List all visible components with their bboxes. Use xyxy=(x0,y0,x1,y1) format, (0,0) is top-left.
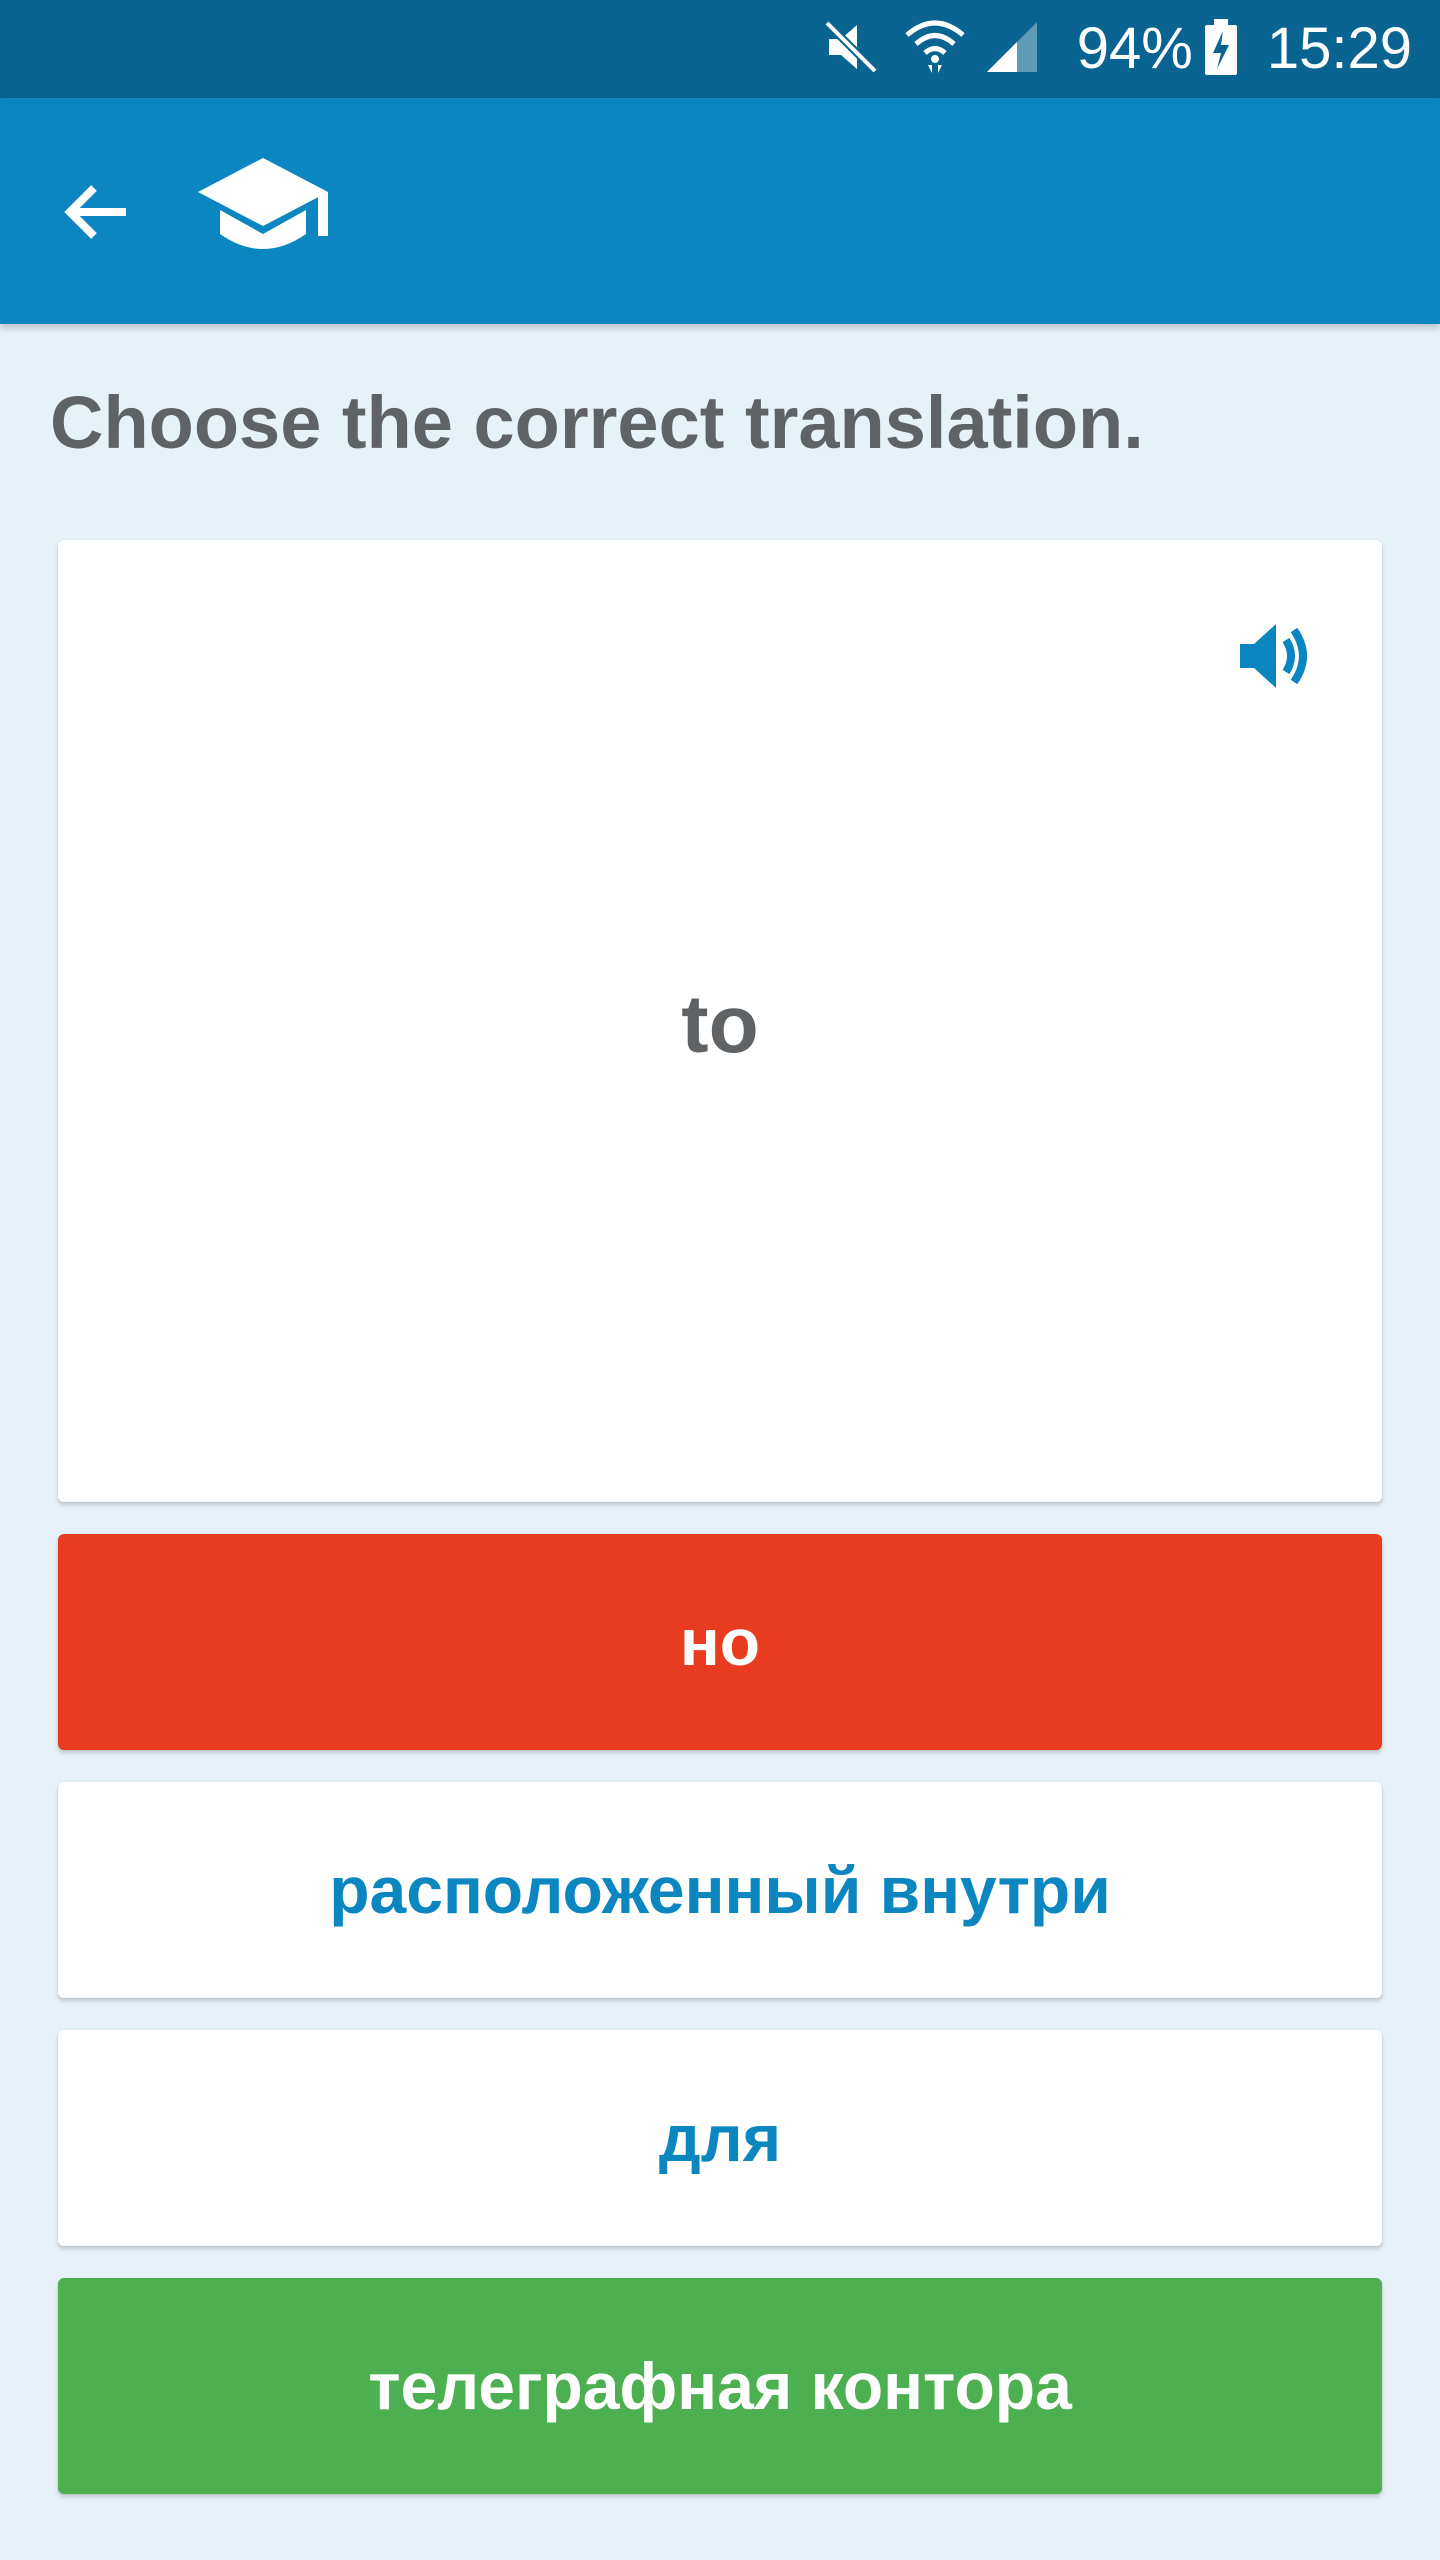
back-button[interactable] xyxy=(48,164,144,260)
back-arrow-icon xyxy=(64,185,126,239)
answer-option-wrong[interactable]: но xyxy=(58,1534,1382,1750)
answer-option[interactable]: для xyxy=(58,2030,1382,2246)
answer-label: телеграфная контора xyxy=(368,2349,1072,2423)
app-bar xyxy=(0,98,1440,324)
instruction-text: Choose the correct translation. xyxy=(50,381,1144,464)
word-card: to xyxy=(58,540,1382,1502)
answer-option-correct[interactable]: телеграфная контора xyxy=(58,2278,1382,2494)
speaker-volume-icon xyxy=(1240,624,1307,688)
answer-option[interactable]: расположенный внутри xyxy=(58,1782,1382,1998)
answer-label: для xyxy=(658,2101,782,2175)
answer-label: но xyxy=(679,1605,761,1679)
play-audio-button[interactable] xyxy=(1228,608,1324,704)
battery-percentage: 94% xyxy=(1076,16,1193,81)
clock: 15:29 xyxy=(1266,16,1412,81)
answer-label: расположенный внутри xyxy=(329,1853,1111,1927)
status-bar: 94% 15:29 xyxy=(0,0,1440,98)
graduation-cap-icon xyxy=(196,154,330,264)
battery-charging-icon xyxy=(1203,17,1239,82)
muted-speaker-icon xyxy=(821,17,881,82)
status-indicators: 94% 15:29 xyxy=(821,0,1412,98)
wifi-icon xyxy=(903,17,967,82)
quiz-word: to xyxy=(681,979,759,1070)
signal-icon xyxy=(983,18,1041,81)
